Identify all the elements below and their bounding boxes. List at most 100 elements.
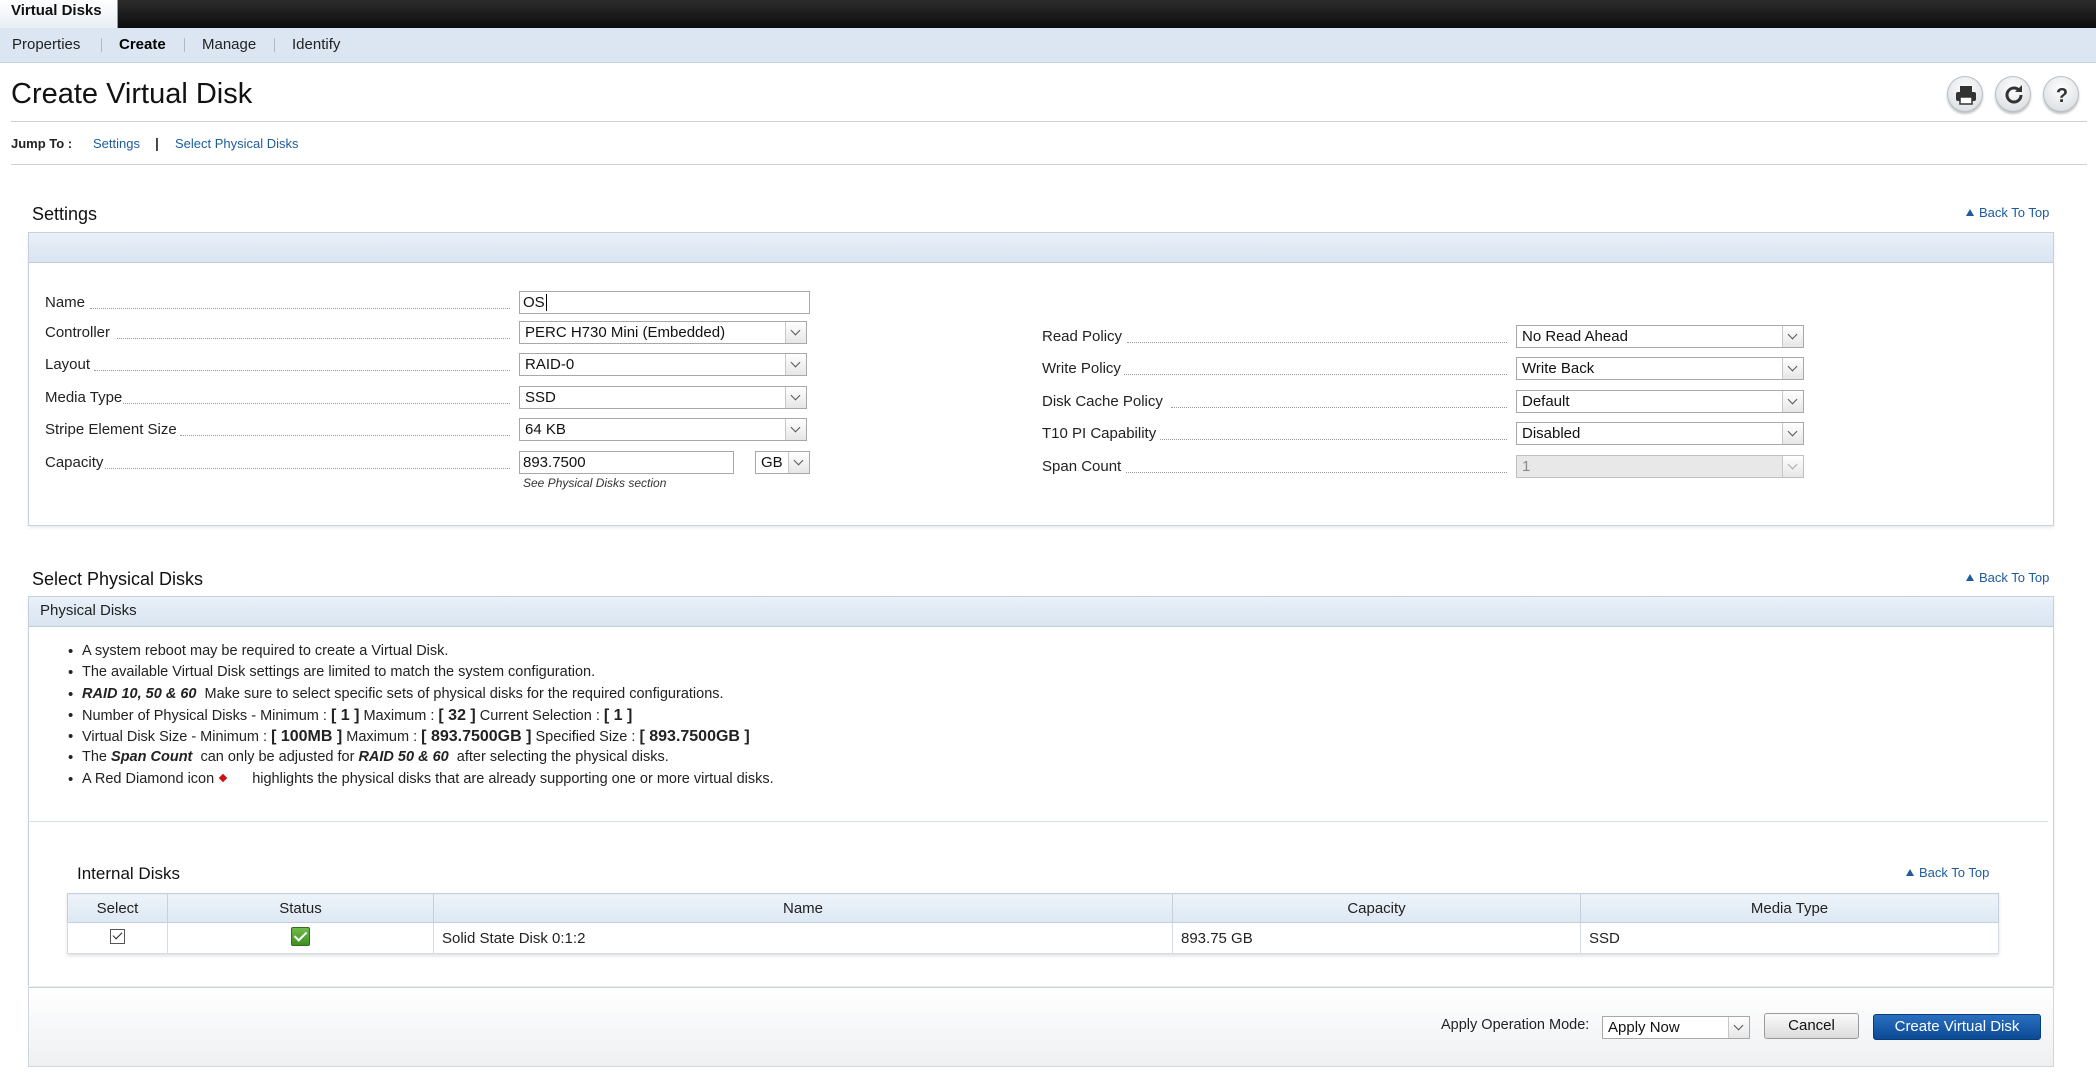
chevron-down-icon <box>1782 391 1803 412</box>
tab-virtual-disks[interactable]: Virtual Disks <box>0 0 118 28</box>
info-list: A system reboot may be required to creat… <box>68 643 774 792</box>
write-policy-label: Write Policy <box>1042 360 1121 377</box>
back-to-top-link[interactable]: Back To Top <box>1966 205 2049 220</box>
column-header-media-type: Media Type <box>1580 893 1999 923</box>
stripe-element-size-select[interactable]: 64 KB <box>519 418 807 441</box>
up-triangle-icon <box>1906 869 1914 876</box>
write-policy-select[interactable]: Write Back <box>1516 357 1804 380</box>
svg-text:?: ? <box>2056 85 2068 107</box>
disk-cache-policy-label: Disk Cache Policy <box>1042 393 1163 410</box>
refresh-icon[interactable] <box>1995 76 2031 112</box>
jump-separator: | <box>155 135 159 151</box>
select-cell <box>67 922 168 954</box>
column-header-name: Name <box>433 893 1173 923</box>
jump-link-select-physical-disks[interactable]: Select Physical Disks <box>175 136 299 151</box>
select-physical-disks-title: Select Physical Disks <box>32 569 204 589</box>
select-checkbox[interactable] <box>110 928 125 944</box>
jump-to-bar: Jump To : Settings | Select Physical Dis… <box>11 121 2087 165</box>
subnav-separator <box>274 38 275 52</box>
column-header-select: Select <box>67 893 168 923</box>
sub-navigation: Properties Create Manage Identify <box>0 28 2096 63</box>
chevron-down-icon <box>1728 1017 1749 1038</box>
layout-label: Layout <box>45 356 91 373</box>
settings-panel-header <box>29 233 2053 263</box>
disk-capacity-cell: 893.75 GB <box>1172 922 1581 954</box>
media-type-select[interactable]: SSD <box>519 386 807 409</box>
list-item: RAID 10, 50 & 60 Make sure to select spe… <box>68 686 774 707</box>
subnav-identify[interactable]: Identify <box>292 28 340 63</box>
capacity-hint: See Physical Disks section <box>523 476 667 490</box>
leader-dots <box>94 370 510 371</box>
capacity-unit-select[interactable]: GB <box>755 451 810 474</box>
page-title: Create Virtual Disk <box>11 78 253 110</box>
list-item: Virtual Disk Size - Minimum : [ 100MB ] … <box>68 728 774 749</box>
leader-dots <box>1126 472 1507 473</box>
up-triangle-icon <box>1966 209 1974 216</box>
name-input[interactable]: OS <box>519 291 810 314</box>
apply-operation-mode-label: Apply Operation Mode: <box>1441 1017 1590 1033</box>
column-header-capacity: Capacity <box>1172 893 1581 923</box>
leader-dots <box>105 468 510 469</box>
capacity-label: Capacity <box>45 454 104 471</box>
red-diamond-icon <box>218 773 228 783</box>
table-header-row: Select Status Name Capacity Media Type <box>67 893 1999 923</box>
subnav-create[interactable]: Create <box>119 28 166 63</box>
read-policy-label: Read Policy <box>1042 328 1123 345</box>
divider <box>28 821 2048 822</box>
read-policy-select[interactable]: No Read Ahead <box>1516 325 1804 348</box>
table-row: Solid State Disk 0:1:2 893.75 GB SSD <box>67 922 1999 954</box>
capacity-input[interactable]: 893.7500 <box>519 451 734 474</box>
chevron-down-icon <box>788 452 809 473</box>
back-to-top-link[interactable]: Back To Top <box>1966 570 2049 585</box>
internal-disks-table: Select Status Name Capacity Media Type S… <box>67 893 1999 954</box>
leader-dots <box>90 308 510 309</box>
create-virtual-disk-button[interactable]: Create Virtual Disk <box>1873 1014 2041 1040</box>
leader-dots <box>1124 374 1507 375</box>
jump-to-label: Jump To : <box>11 136 73 151</box>
disk-cache-policy-select[interactable]: Default <box>1516 390 1804 413</box>
subnav-properties[interactable]: Properties <box>12 28 80 63</box>
apply-operation-mode-select[interactable]: Apply Now <box>1602 1016 1750 1039</box>
chevron-down-icon <box>1782 326 1803 347</box>
leader-dots <box>1160 439 1507 440</box>
t10-pi-capability-label: T10 PI Capability <box>1042 425 1157 442</box>
chevron-down-icon <box>785 387 806 408</box>
up-triangle-icon <box>1966 574 1974 581</box>
leader-dots <box>117 338 510 339</box>
chevron-down-icon <box>785 322 806 343</box>
print-icon[interactable] <box>1947 76 1983 112</box>
subnav-manage[interactable]: Manage <box>202 28 256 63</box>
chevron-down-icon <box>1782 423 1803 444</box>
media-type-label: Media Type <box>45 389 123 406</box>
internal-disks-title: Internal Disks <box>77 864 180 883</box>
status-cell <box>167 922 434 954</box>
disk-name-cell: Solid State Disk 0:1:2 <box>433 922 1173 954</box>
settings-section-title: Settings <box>32 204 98 224</box>
span-count-select: 1 <box>1516 455 1804 478</box>
list-item: The available Virtual Disk settings are … <box>68 664 774 685</box>
name-label: Name <box>45 294 86 311</box>
help-icon[interactable]: ? <box>2043 76 2079 112</box>
subnav-separator <box>184 38 185 52</box>
stripe-element-size-label: Stripe Element Size <box>45 421 177 438</box>
physical-disks-panel-header: Physical Disks <box>29 597 2053 627</box>
controller-label: Controller <box>45 324 111 341</box>
chevron-down-icon <box>785 419 806 440</box>
chevron-down-icon <box>785 354 806 375</box>
action-footer <box>28 987 2054 1067</box>
t10-pi-capability-select[interactable]: Disabled <box>1516 422 1804 445</box>
disk-media-type-cell: SSD <box>1580 922 1999 954</box>
span-count-label: Span Count <box>1042 458 1122 475</box>
subnav-separator <box>101 38 102 52</box>
cancel-button[interactable]: Cancel <box>1764 1013 1859 1039</box>
back-to-top-link[interactable]: Back To Top <box>1906 865 1989 880</box>
list-item: A system reboot may be required to creat… <box>68 643 774 664</box>
list-item: Number of Physical Disks - Minimum : [ 1… <box>68 707 774 728</box>
status-ok-icon <box>291 926 310 946</box>
layout-select[interactable]: RAID-0 <box>519 353 807 376</box>
leader-dots <box>1127 342 1507 343</box>
controller-select[interactable]: PERC H730 Mini (Embedded) <box>519 321 807 344</box>
list-item: The Span Count can only be adjusted for … <box>68 749 774 770</box>
leader-dots <box>123 403 510 404</box>
jump-link-settings[interactable]: Settings <box>93 136 140 151</box>
